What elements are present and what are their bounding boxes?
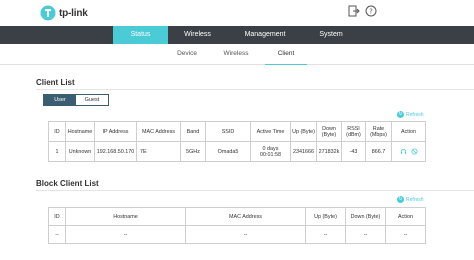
cell-band: 5GHz — [180, 141, 206, 162]
block-refresh-button[interactable]: ↻ Refresh — [397, 196, 424, 203]
svg-text:?: ? — [369, 8, 373, 16]
toggle-guest[interactable]: Guest — [76, 95, 108, 105]
cell-hostname: -- — [65, 225, 186, 244]
col-mac-address: MAC Address — [185, 207, 306, 226]
cell-ip: 192.168.50.170 — [94, 141, 137, 162]
toggle-user[interactable]: User — [44, 95, 76, 105]
cell-down: 271832k — [316, 141, 342, 162]
tp-link-logo: tp-link — [40, 5, 88, 21]
subtab-client[interactable]: Client — [265, 44, 307, 65]
cell-down: -- — [345, 225, 386, 244]
tab-system[interactable]: System — [305, 26, 357, 44]
cell-up: -- — [305, 225, 346, 244]
cell-action — [391, 141, 426, 162]
cell-action: -- — [385, 225, 426, 244]
block-client-table: ID Hostname MAC Address Up (Byte) Down (… — [48, 207, 426, 244]
client-list-divider — [36, 89, 474, 90]
refresh-icon: ↻ — [397, 196, 404, 203]
cell-rate: 866.7 — [365, 141, 392, 162]
help-icon[interactable]: ? — [365, 5, 377, 17]
table-row: 1 Unknown 192.168.50.170 7E 5GHz Omada5 … — [48, 141, 426, 162]
col-down: Down (Byte) — [316, 121, 342, 142]
subtab-wireless[interactable]: Wireless — [218, 44, 254, 65]
top-bar: tp-link ? — [0, 0, 474, 26]
col-rssi: RSSI (dBm) — [341, 121, 366, 142]
tp-link-logo-icon — [40, 5, 56, 21]
col-up: Up (Byte) — [290, 121, 317, 142]
sub-nav: Device Wireless Client — [0, 44, 474, 65]
col-id: ID — [48, 121, 66, 142]
client-refresh-button[interactable]: ↻ Refresh — [397, 111, 424, 118]
block-icon[interactable] — [410, 148, 418, 155]
cell-hostname: Unknown — [65, 141, 95, 162]
col-rate: Rate (Mbps) — [365, 121, 392, 142]
cell-mac: -- — [185, 225, 306, 244]
tab-status[interactable]: Status — [113, 26, 168, 44]
col-up: Up (Byte) — [305, 207, 346, 226]
col-down: Down (Byte) — [345, 207, 386, 226]
logo-text: tp-link — [59, 7, 88, 19]
client-table-header: ID Hostname IP Address MAC Address Band … — [48, 121, 426, 142]
logout-icon[interactable] — [348, 5, 360, 17]
cell-id: -- — [48, 225, 66, 244]
subtab-device[interactable]: Device — [170, 44, 204, 65]
cell-mac: 7E — [136, 141, 181, 162]
refresh-icon: ↻ — [397, 111, 404, 118]
tab-management[interactable]: Management — [230, 26, 300, 44]
client-refresh-label: Refresh — [406, 111, 424, 118]
cell-id: 1 — [48, 141, 66, 162]
cell-rssi: -43 — [341, 141, 366, 162]
col-ssid: SSID — [205, 121, 251, 142]
cell-up: 2341666 — [290, 141, 317, 162]
tab-wireless[interactable]: Wireless — [170, 26, 225, 44]
headset-icon[interactable] — [400, 148, 407, 155]
col-active-time: Active Time — [250, 121, 291, 142]
table-row: -- -- -- -- -- -- — [48, 225, 426, 244]
col-id: ID — [48, 207, 66, 226]
client-table: ID Hostname IP Address MAC Address Band … — [48, 121, 426, 162]
block-refresh-label: Refresh — [406, 196, 424, 203]
col-ip-address: IP Address — [94, 121, 137, 142]
block-list-divider — [36, 190, 474, 191]
col-action: Action — [391, 121, 426, 142]
cell-ssid: Omada5 — [205, 141, 251, 162]
col-hostname: Hostname — [65, 207, 186, 226]
col-hostname: Hostname — [65, 121, 95, 142]
col-action: Action — [385, 207, 426, 226]
cell-active-time: 0 days 00:01:58 — [250, 141, 291, 162]
client-list-title: Client List — [36, 78, 75, 87]
col-band: Band — [180, 121, 206, 142]
user-guest-toggle: User Guest — [43, 94, 109, 106]
block-client-list-title: Block Client List — [36, 179, 99, 188]
col-mac-address: MAC Address — [136, 121, 181, 142]
block-table-header: ID Hostname MAC Address Up (Byte) Down (… — [48, 207, 426, 226]
main-nav: Status Wireless Management System — [0, 26, 474, 44]
